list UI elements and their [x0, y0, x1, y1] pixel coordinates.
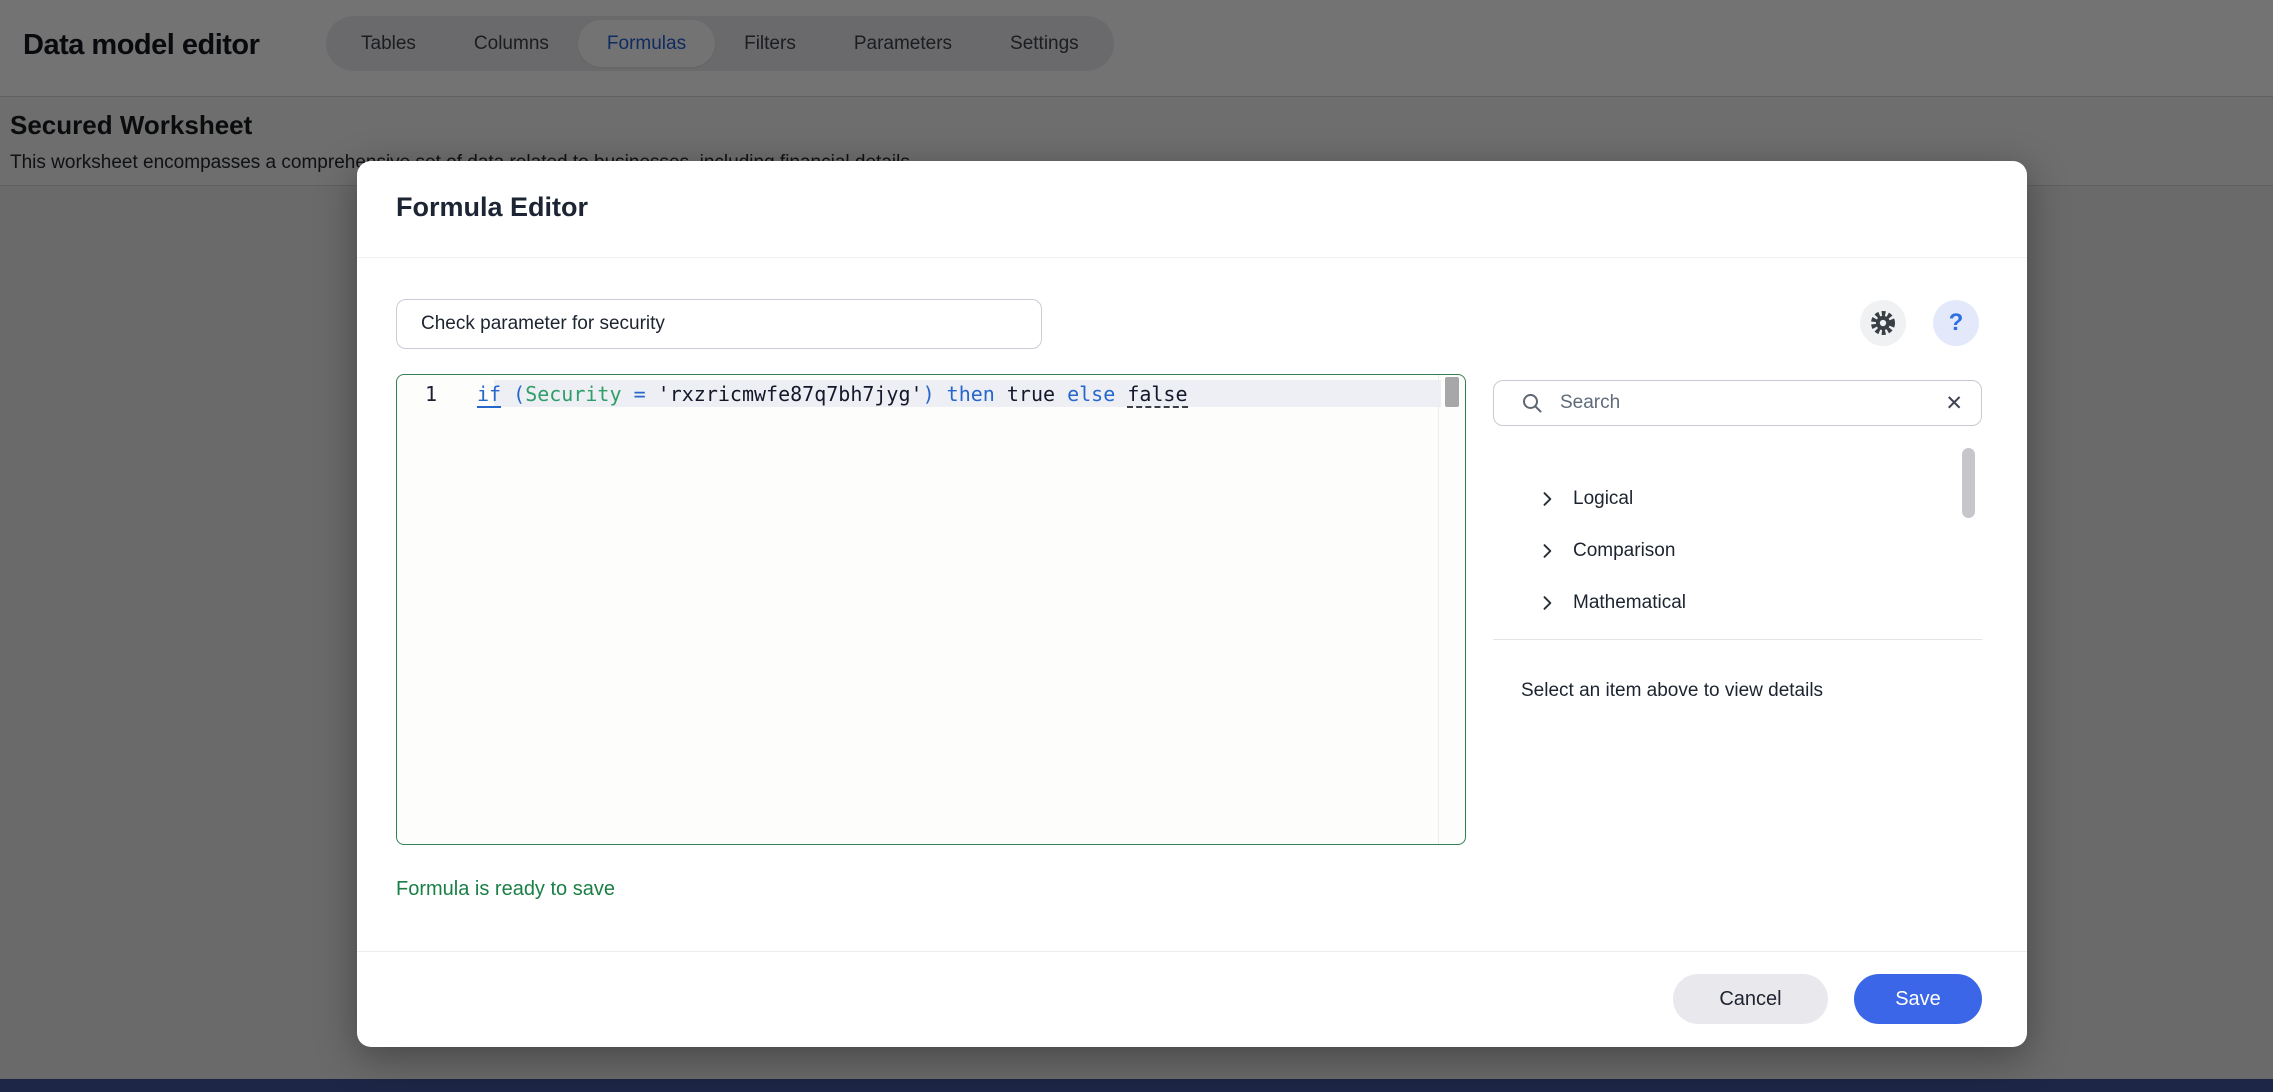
panel-divider: [1493, 639, 1982, 640]
code-token: true: [1007, 382, 1055, 406]
code-token: 'rxzricmwfe87q7bh7jyg': [658, 382, 923, 406]
code-token: Security: [525, 382, 621, 406]
code-line[interactable]: 1 if (Security = 'rxzricmwfe87q7bh7jyg')…: [397, 382, 1465, 406]
question-mark-icon: ?: [1949, 309, 1964, 337]
modal-title: Formula Editor: [396, 192, 588, 223]
chevron-right-icon: [1537, 541, 1557, 561]
formula-editor-modal: Formula Editor ? 1 if (Security = 'rxzri…: [357, 161, 2027, 1047]
category-label: Mathematical: [1573, 592, 1686, 614]
formula-status-message: Formula is ready to save: [396, 878, 615, 901]
formula-tokens[interactable]: if (Security = 'rxzricmwfe87q7bh7jyg') t…: [477, 382, 1188, 406]
save-button[interactable]: Save: [1854, 974, 1982, 1024]
chevron-right-icon: [1537, 489, 1557, 509]
formula-code-editor[interactable]: 1 if (Security = 'rxzricmwfe87q7bh7jyg')…: [396, 374, 1466, 845]
category-row-mathematical[interactable]: Mathematical: [1493, 577, 1982, 629]
search-icon: [1520, 391, 1544, 415]
cancel-button[interactable]: Cancel: [1673, 974, 1828, 1024]
code-token: [501, 382, 513, 406]
code-token: [1115, 382, 1127, 406]
formula-name-input[interactable]: [396, 299, 1042, 349]
editor-scrollbar-thumb[interactable]: [1445, 377, 1459, 407]
function-search-box[interactable]: ✕: [1493, 380, 1982, 426]
function-category-list: Logical Comparison Mathematical: [1493, 473, 1982, 629]
modal-header-divider: [357, 257, 2027, 258]
screen: Data model editor TablesColumnsFormulasF…: [0, 0, 2273, 1092]
code-token: ): [923, 382, 935, 406]
panel-scrollbar-thumb[interactable]: [1962, 448, 1975, 518]
code-token: [622, 382, 634, 406]
line-number: 1: [397, 382, 437, 406]
code-token: else: [1067, 382, 1115, 406]
close-icon: ✕: [1945, 392, 1963, 415]
modal-footer-divider: [357, 951, 2027, 952]
panel-hint-text: Select an item above to view details: [1521, 680, 1823, 702]
code-token: then: [947, 382, 995, 406]
function-search-input[interactable]: [1560, 392, 1943, 414]
chevron-right-icon: [1537, 593, 1557, 613]
code-token: false: [1127, 382, 1187, 408]
code-token: if: [477, 382, 501, 408]
category-label: Logical: [1573, 488, 1633, 510]
gear-icon: [1869, 309, 1897, 337]
code-token: [995, 382, 1007, 406]
category-row-comparison[interactable]: Comparison: [1493, 525, 1982, 577]
category-row-logical[interactable]: Logical: [1493, 473, 1982, 525]
editor-scrollbar-track: [1438, 375, 1439, 844]
code-token: (: [513, 382, 525, 406]
code-token: =: [634, 382, 646, 406]
help-button[interactable]: ?: [1933, 300, 1979, 346]
code-token: [646, 382, 658, 406]
category-label: Comparison: [1573, 540, 1675, 562]
code-token: [1055, 382, 1067, 406]
code-token: [935, 382, 947, 406]
clear-search-button[interactable]: ✕: [1943, 391, 1965, 416]
settings-button[interactable]: [1860, 300, 1906, 346]
